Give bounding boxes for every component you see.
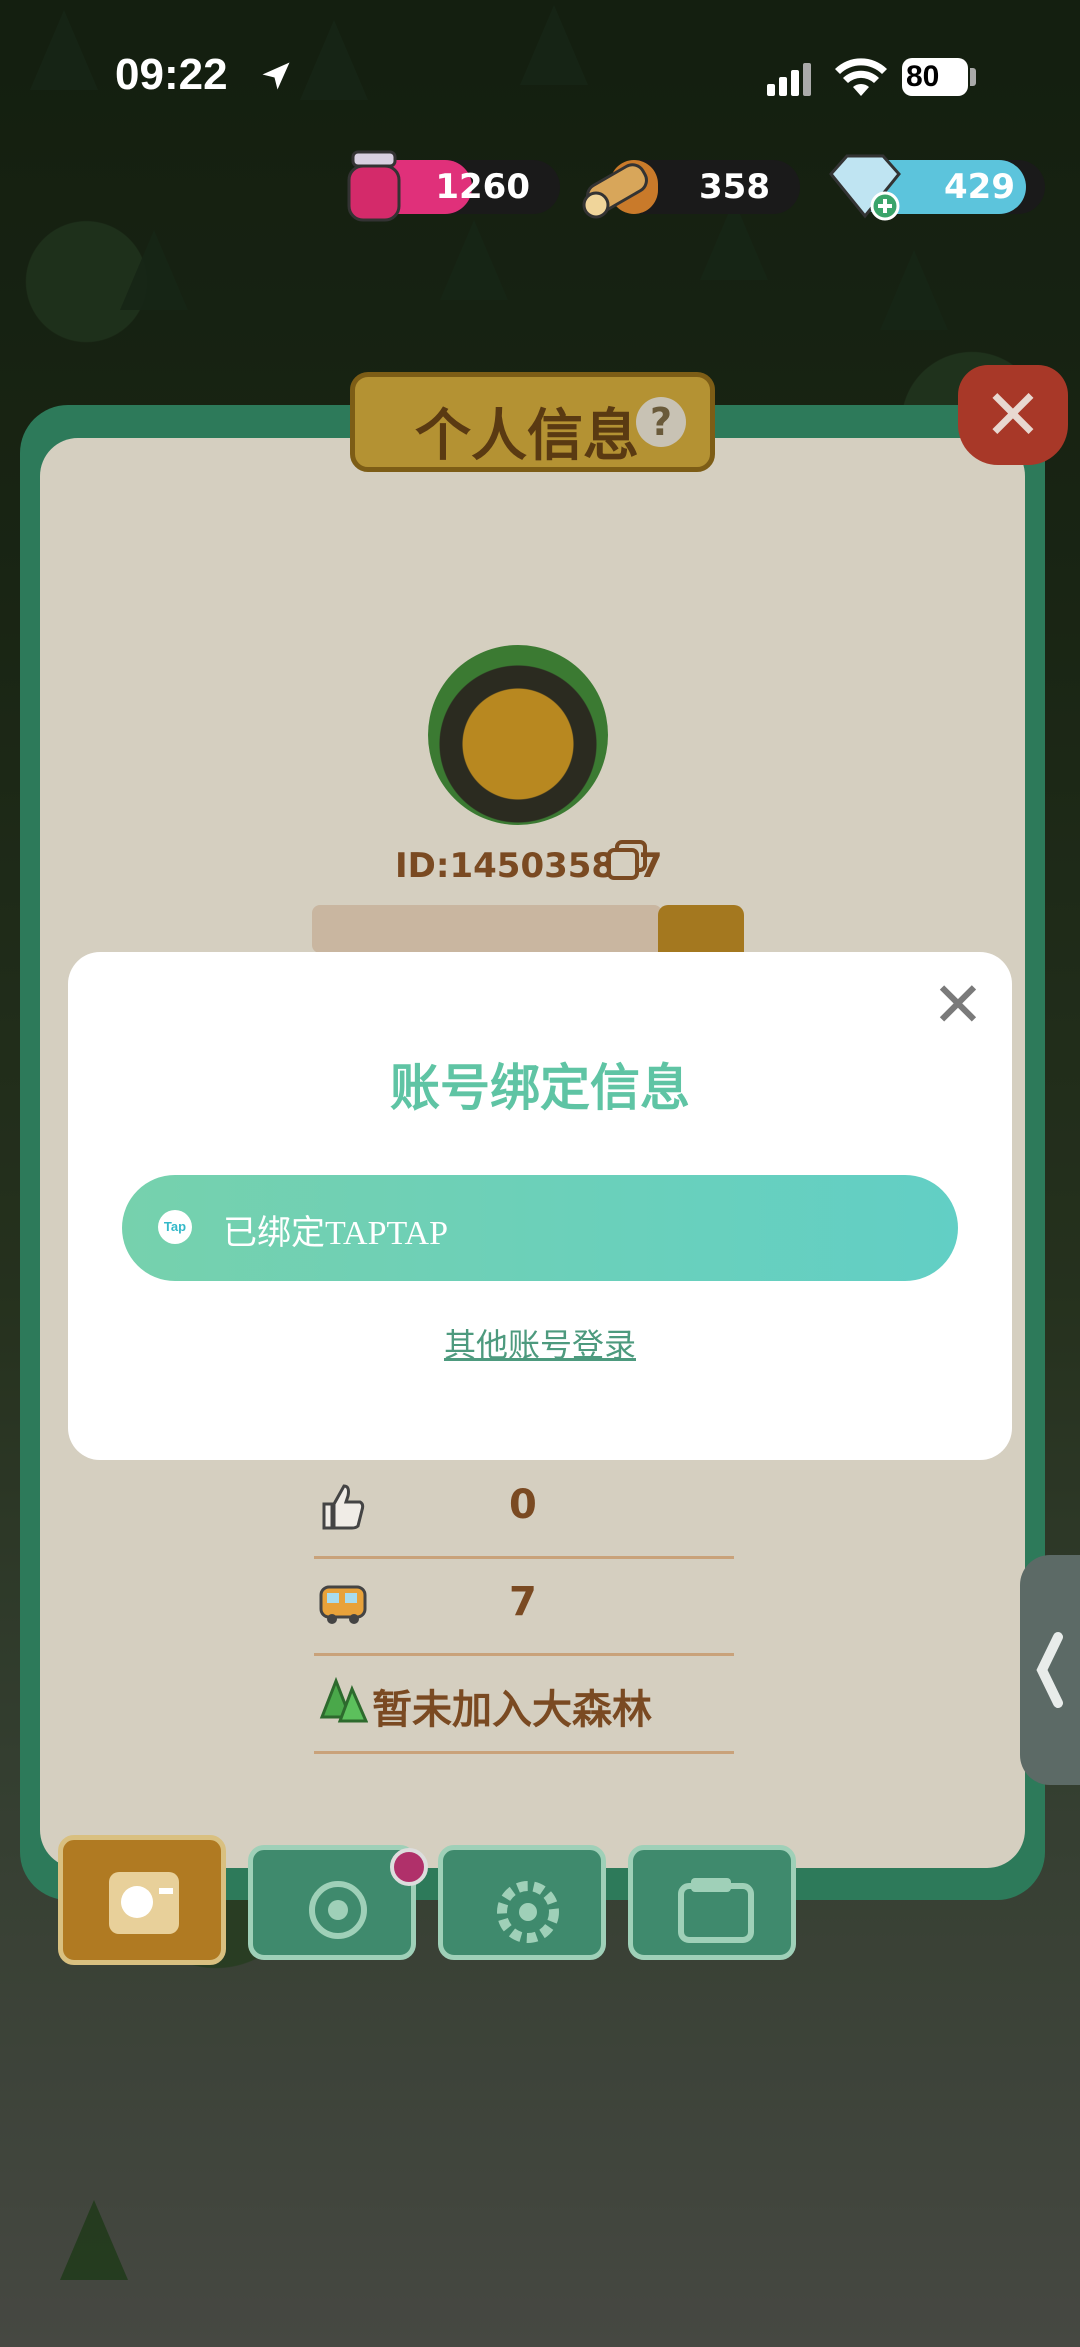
forest-tree-icon (319, 1677, 368, 1723)
modal-title: 账号绑定信息 (390, 1059, 690, 1117)
side-drawer-handle[interactable] (1020, 1555, 1080, 1785)
wifi-icon (835, 58, 887, 96)
resource-value: 358 (699, 167, 770, 207)
panel-title: 个人信息 (415, 404, 639, 469)
profile-tab[interactable] (58, 1835, 226, 1965)
copy-icon[interactable] (605, 838, 649, 882)
close-icon[interactable]: ✕ (958, 365, 1068, 465)
location-arrow-icon (262, 62, 290, 90)
album-tab[interactable] (628, 1845, 796, 1960)
battery-icon: 80 (902, 58, 968, 96)
status-bar: 09:22 80 (0, 0, 1080, 150)
gear-icon (497, 1881, 559, 1943)
resource-value: 429 (944, 167, 1015, 207)
forest-status-row[interactable]: 暂未加入大森林 (314, 1655, 734, 1754)
settings-tab[interactable] (438, 1845, 606, 1960)
profile-card-icon (109, 1872, 179, 1934)
cellular-signal-icon (767, 63, 811, 96)
jam-jar-icon (347, 150, 401, 222)
diamond-plus-icon[interactable] (825, 150, 905, 222)
question-icon[interactable]: ? (636, 397, 686, 447)
chevron-left-icon (1036, 1632, 1063, 1708)
bus-icon (319, 1585, 367, 1624)
notification-dot (390, 1848, 428, 1886)
battery-level: 80 (906, 60, 940, 93)
edit-name-button[interactable] (658, 905, 744, 953)
thumbs-up-icon (322, 1484, 365, 1530)
forest-status-text: 暂未加入大森林 (372, 1687, 652, 1733)
wood-log-icon (582, 163, 648, 219)
visits-count: 7 (509, 1579, 537, 1625)
flower-badge-icon (309, 1881, 367, 1939)
taptap-icon: Tap (158, 1210, 192, 1244)
status-time: 09:22 (115, 50, 228, 99)
other-account-login-link[interactable]: 其他账号登录 (0, 1320, 1080, 1366)
avatar[interactable] (428, 645, 608, 825)
photo-album-icon (678, 1878, 754, 1943)
stat-row-visits: 7 (314, 1557, 734, 1656)
stat-row-likes: 0 (314, 1460, 734, 1559)
bind-status-label: 已绑定TAPTAP (223, 1215, 449, 1252)
likes-count: 0 (509, 1482, 537, 1528)
battery-tip (970, 68, 976, 86)
modal-close-icon[interactable]: ✕ (928, 974, 988, 1036)
resource-value: 1260 (435, 167, 530, 207)
player-name-field (312, 905, 662, 953)
